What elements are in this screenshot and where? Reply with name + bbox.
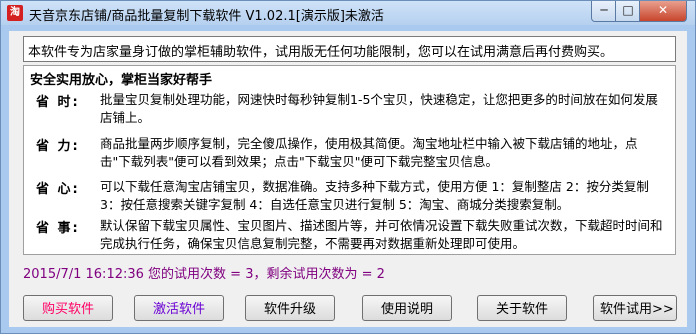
minimize-icon: ─ bbox=[600, 3, 608, 17]
minimize-button[interactable]: ─ bbox=[591, 1, 617, 22]
feature-text: 商品批量两步顺序复制，完全傻瓜操作，使用极其简便。淘宝地址栏中输入被下载店铺的地… bbox=[100, 136, 638, 169]
main-window: 淘 天音京东店铺/商品批量复制下载软件 V1.02.1[演示版]未激活 ─ □ … bbox=[0, 0, 696, 334]
feature-text: 默认保留下载宝贝属性、宝贝图片、描述图片等，并可依情况设置下载失败重试次数，下载… bbox=[100, 218, 663, 251]
upgrade-button[interactable]: 软件升级 bbox=[245, 295, 335, 321]
intro-text: 本软件专为店家量身订做的掌柜辅助软件，试用版无任何功能限制，您可以在试用满意后再… bbox=[28, 45, 614, 60]
activate-button[interactable]: 激活软件 bbox=[134, 295, 224, 321]
feature-panel: 安全实用放心，掌柜当家好帮手 省 时: 批量宝贝复制处理功能，网速快时每秒钟复制… bbox=[23, 65, 676, 255]
intro-box: 本软件专为店家量身订做的掌柜辅助软件，试用版无任何功能限制，您可以在试用满意后再… bbox=[23, 36, 676, 62]
maximize-icon: □ bbox=[622, 3, 634, 17]
feature-label: 省 力: bbox=[36, 139, 80, 154]
title-bar[interactable]: 淘 天音京东店铺/商品批量复制下载软件 V1.02.1[演示版]未激活 ─ □ … bbox=[1, 1, 695, 25]
feature-label: 省 时: bbox=[36, 95, 80, 110]
client-area: 本软件专为店家量身订做的掌柜辅助软件，试用版无任何功能限制，您可以在试用满意后再… bbox=[9, 31, 687, 327]
window-title: 天音京东店铺/商品批量复制下载软件 V1.02.1[演示版]未激活 bbox=[29, 9, 384, 24]
feature-heading: 安全实用放心，掌柜当家好帮手 bbox=[30, 73, 213, 88]
maximize-button[interactable]: □ bbox=[615, 1, 641, 22]
trial-status: 2015/7/1 16:12:36 您的试用次数 = 3，剩余试用次数为 = 2 bbox=[23, 267, 385, 282]
feature-label: 省 事: bbox=[36, 221, 80, 236]
feature-label: 省 心: bbox=[36, 182, 80, 197]
close-icon: ✕ bbox=[657, 3, 669, 17]
buy-button[interactable]: 购买软件 bbox=[23, 295, 113, 321]
help-button[interactable]: 使用说明 bbox=[362, 295, 452, 321]
trial-button[interactable]: 软件试用>> bbox=[593, 295, 677, 321]
about-button[interactable]: 关于软件 bbox=[477, 295, 567, 321]
feature-text: 批量宝贝复制处理功能，网速快时每秒钟复制1-5个宝贝，快速稳定，让您把更多的时间… bbox=[100, 92, 658, 125]
app-logo-icon: 淘 bbox=[7, 5, 23, 21]
feature-text: 可以下载任意淘宝店铺宝贝，数据准确。支持多种下载方式，使用方便 1：复制整店 2… bbox=[100, 179, 649, 212]
close-button[interactable]: ✕ bbox=[639, 1, 687, 22]
